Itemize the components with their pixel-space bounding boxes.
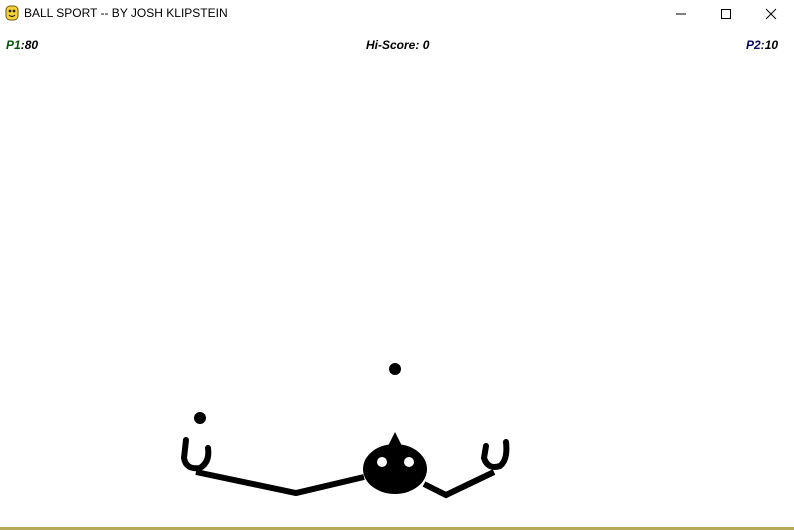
maximize-icon	[721, 9, 731, 19]
game-window: BALL SPORT -- BY JOSH KLIPSTEIN P1:80 Hi…	[0, 0, 794, 530]
ball	[389, 363, 401, 375]
minimize-icon	[676, 13, 686, 15]
close-icon	[765, 8, 777, 20]
minimize-button[interactable]	[658, 0, 704, 28]
player-creature	[180, 432, 510, 499]
close-button[interactable]	[748, 0, 794, 28]
p1-score: P1:80	[6, 38, 38, 52]
p2-score: P2:10	[746, 38, 778, 52]
window-title: BALL SPORT -- BY JOSH KLIPSTEIN	[24, 6, 228, 20]
creature-body	[363, 444, 427, 494]
right-arm	[422, 469, 496, 499]
hiscore-value: 0	[422, 38, 430, 52]
maximize-button[interactable]	[703, 0, 749, 28]
left-hand	[180, 437, 212, 472]
pygame-snake-icon	[5, 5, 19, 21]
playfield	[180, 363, 510, 499]
p1-label: P1	[6, 38, 21, 52]
left-arm	[195, 469, 365, 497]
p2-score-value: 10	[764, 38, 779, 52]
hiscore-label: Hi-Score:	[366, 38, 420, 52]
p2-label: P2:	[746, 38, 765, 52]
left-eye	[377, 457, 387, 467]
ball	[194, 412, 206, 424]
hiscore: Hi-Score: 0	[366, 38, 429, 52]
p1-score-value: 80	[24, 38, 39, 52]
head-spike	[388, 432, 402, 446]
right-eye	[404, 457, 414, 467]
title-bar[interactable]: BALL SPORT -- BY JOSH KLIPSTEIN	[0, 0, 794, 28]
right-hand	[480, 439, 510, 470]
